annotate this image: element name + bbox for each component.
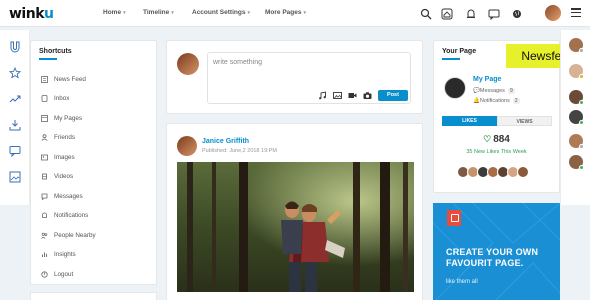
avatar xyxy=(177,53,199,75)
nav-timeline[interactable]: Timeline ▾ xyxy=(143,9,174,16)
newsfeed-icon xyxy=(41,75,48,83)
camera-icon[interactable] xyxy=(363,91,372,100)
messages-icon: 💬 xyxy=(473,88,480,94)
shortcut-news-feed[interactable]: News Feed xyxy=(41,74,86,84)
image-icon[interactable] xyxy=(333,91,342,100)
shortcut-people-nearby[interactable]: People Nearby xyxy=(41,230,96,240)
shortcut-my-pages[interactable]: My Pages xyxy=(41,113,82,123)
post-date: Published: June,2 2018 19:PM xyxy=(202,148,277,154)
shortcuts-widget: Shortcuts News Feed Inbox My Pages Frien… xyxy=(30,40,157,285)
post-button[interactable]: Post xyxy=(378,90,408,101)
shortcut-friends[interactable]: Friends xyxy=(41,133,75,143)
friend-avatar[interactable] xyxy=(569,155,584,170)
notifications-badge: 2 xyxy=(512,98,520,104)
likers-avatars xyxy=(457,166,529,178)
bell-icon[interactable] xyxy=(465,7,477,19)
nav-more-pages[interactable]: More Pages ▾ xyxy=(265,9,306,16)
image-icon xyxy=(41,154,48,161)
magnet-icon[interactable] xyxy=(9,40,21,53)
home-icon[interactable] xyxy=(441,7,453,20)
friend-avatar[interactable] xyxy=(569,110,584,125)
shortcut-insights[interactable]: Insights xyxy=(41,250,76,260)
post-composer: write something Post xyxy=(166,40,423,114)
post-textarea[interactable]: write something Post xyxy=(207,52,411,104)
promo-title: CREATE YOUR OWN FAVOURIT PAGE. xyxy=(446,247,539,268)
image-icon[interactable] xyxy=(9,170,21,183)
chevron-down-icon: ▾ xyxy=(247,10,250,16)
people-icon xyxy=(41,232,48,239)
trend-icon[interactable] xyxy=(9,92,21,104)
feed-post: Janice Griffith Published: June,2 2018 1… xyxy=(166,123,423,300)
post-placeholder: write something xyxy=(213,59,263,66)
page-avatar[interactable] xyxy=(444,77,466,99)
message-icon[interactable] xyxy=(488,7,500,21)
left-icon-rail xyxy=(0,30,30,205)
shortcuts-title: Shortcuts xyxy=(39,48,72,55)
chat-icon[interactable] xyxy=(9,144,21,158)
nav-account-settings[interactable]: Account Settings ▾ xyxy=(192,9,250,16)
shortcut-videos[interactable]: Videos xyxy=(41,172,73,182)
chevron-down-icon: ▾ xyxy=(123,10,126,16)
promo-link[interactable]: like them all xyxy=(446,279,478,285)
top-navbar: winku Home ▾ Timeline ▾ Account Settings ▾ … xyxy=(0,0,590,27)
tab-likes[interactable]: LIKES xyxy=(442,116,497,126)
tab-views[interactable]: VIEWS xyxy=(497,116,552,126)
heart-icon: ♡ xyxy=(483,134,492,144)
post-photo[interactable] xyxy=(177,162,414,292)
messages-badge: 9 xyxy=(507,88,515,94)
avatar[interactable] xyxy=(517,166,529,178)
shortcut-inbox[interactable]: Inbox xyxy=(41,94,69,104)
friend-avatar[interactable] xyxy=(569,90,584,105)
title-underline xyxy=(442,58,460,60)
page-messages[interactable]: 💬 Messages 9 xyxy=(473,88,515,94)
friends-icon xyxy=(41,134,48,141)
friend-avatar[interactable] xyxy=(569,38,584,53)
chevron-down-icon: ▾ xyxy=(171,10,174,16)
avatar[interactable] xyxy=(177,136,197,156)
chevron-down-icon: ▾ xyxy=(303,10,307,16)
logout-icon xyxy=(41,270,48,278)
page-name[interactable]: My Page xyxy=(473,76,501,83)
star-icon[interactable] xyxy=(8,66,22,79)
download-icon[interactable] xyxy=(9,118,21,131)
globe-icon[interactable] xyxy=(511,7,523,19)
nav-home[interactable]: Home ▾ xyxy=(103,9,126,16)
promo-banner[interactable]: CREATE YOUR OWN FAVOURIT PAGE. like them… xyxy=(433,203,560,300)
flag-icon xyxy=(447,210,461,226)
your-page-title: Your Page xyxy=(442,48,477,55)
shortcut-notifications[interactable]: Notifications xyxy=(41,211,88,221)
video-icon xyxy=(41,173,48,180)
video-icon[interactable] xyxy=(348,91,357,100)
composer-tools xyxy=(318,91,372,100)
logo[interactable]: winku xyxy=(9,6,54,22)
search-icon[interactable] xyxy=(420,7,432,20)
music-icon[interactable] xyxy=(318,91,327,100)
title-underline xyxy=(39,58,57,60)
page-notifications[interactable]: 🔔 Notifications 2 xyxy=(473,98,520,104)
friends-rail xyxy=(560,30,590,205)
bottom-widget xyxy=(30,292,157,300)
menu-icon[interactable] xyxy=(571,8,581,18)
likes-week: 35 New Likes This Week xyxy=(466,149,527,155)
inbox-icon xyxy=(41,95,48,102)
notification-icon xyxy=(41,212,48,219)
shortcut-images[interactable]: Images xyxy=(41,152,75,162)
shortcut-logout[interactable]: Logout xyxy=(41,269,73,279)
friend-avatar[interactable] xyxy=(569,64,584,79)
insights-icon xyxy=(41,251,48,258)
post-author[interactable]: Janice Griffith xyxy=(202,138,249,145)
pages-icon xyxy=(41,114,48,122)
shortcut-messages[interactable]: Messages xyxy=(41,191,83,201)
messages-icon xyxy=(41,193,48,200)
user-avatar[interactable] xyxy=(545,5,561,21)
likes-count: ♡ 884 xyxy=(483,134,510,145)
friend-avatar[interactable] xyxy=(569,134,584,149)
bell-icon: 🔔 xyxy=(473,98,480,104)
